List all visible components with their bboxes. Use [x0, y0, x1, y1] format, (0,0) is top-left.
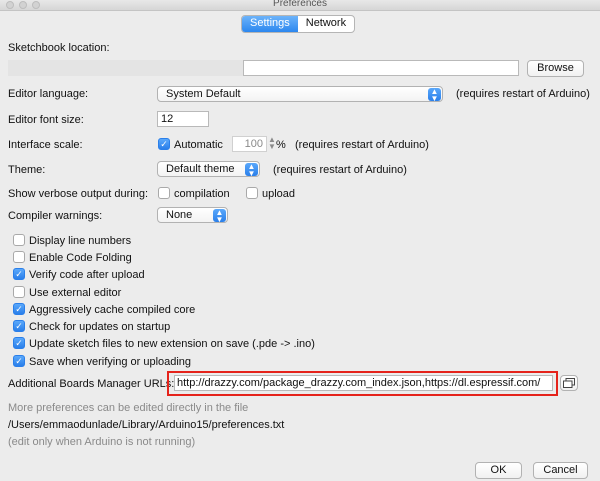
select-arrows-icon: ▲ ▼ [428, 88, 441, 103]
boards-manager-urls-label: Additional Boards Manager URLs: [8, 378, 175, 390]
use-external-editor-label: Use external editor [29, 287, 122, 299]
tab-settings[interactable]: Settings [242, 16, 298, 32]
check-updates-checkbox[interactable]: ✓ [13, 320, 25, 332]
theme-note: (requires restart of Arduino) [273, 164, 407, 176]
check-updates-label: Check for updates on startup [29, 321, 171, 333]
sketchbook-location-label: Sketchbook location: [8, 42, 110, 54]
enable-code-folding-label: Enable Code Folding [29, 252, 132, 264]
window-list-icon [563, 378, 575, 388]
interface-scale-unit: % [276, 139, 286, 151]
use-external-editor-checkbox[interactable] [13, 286, 25, 298]
theme-select[interactable]: Default theme ▲ ▼ [157, 161, 260, 178]
sketchbook-path-readonly [8, 60, 243, 76]
compiler-warnings-select[interactable]: None ▲ ▼ [157, 207, 228, 224]
scale-stepper-icon[interactable]: ▲ ▼ [268, 136, 276, 151]
editor-language-select[interactable]: System Default ▲ ▼ [157, 86, 443, 103]
editor-language-note: (requires restart of Arduino) [456, 88, 590, 100]
more-preferences-note: More preferences can be edited directly … [8, 402, 249, 414]
tab-network[interactable]: Network [298, 16, 354, 32]
interface-scale-label: Interface scale: [8, 139, 83, 151]
window-title: Preferences [273, 0, 327, 9]
automatic-scale-label: Automatic [174, 139, 223, 151]
theme-label: Theme: [8, 164, 46, 176]
verbose-upload-label: upload [262, 188, 296, 200]
theme-value: Default theme [166, 163, 235, 175]
select-arrows-icon: ▲ ▼ [245, 163, 258, 178]
sketchbook-location-input[interactable] [243, 60, 519, 76]
cache-compiled-core-checkbox[interactable]: ✓ [13, 303, 25, 315]
cache-compiled-core-label: Aggressively cache compiled core [29, 304, 196, 316]
red-highlight-box [167, 371, 558, 396]
tab-bar: Settings Network [241, 15, 356, 33]
display-line-numbers-checkbox[interactable] [13, 234, 25, 246]
editor-font-size-label: Editor font size: [8, 114, 84, 126]
update-sketch-extension-label: Update sketch files to new extension on … [29, 338, 315, 350]
verbose-compilation-label: compilation [174, 188, 230, 200]
browse-button[interactable]: Browse [527, 60, 584, 77]
enable-code-folding-checkbox[interactable] [13, 251, 25, 263]
compiler-warnings-label: Compiler warnings: [8, 210, 103, 222]
interface-scale-input[interactable]: 100 [232, 136, 267, 152]
compiler-warnings-value: None [166, 209, 193, 221]
display-line-numbers-label: Display line numbers [29, 235, 132, 247]
update-sketch-extension-checkbox[interactable]: ✓ [13, 337, 25, 349]
verbose-upload-checkbox[interactable] [246, 187, 258, 199]
preferences-file-path: /Users/emmaodunlade/Library/Arduino15/pr… [8, 419, 285, 431]
ok-button[interactable]: OK [475, 462, 522, 479]
edit-urls-button[interactable] [560, 375, 578, 391]
verbose-compilation-checkbox[interactable] [158, 187, 170, 199]
verify-after-upload-checkbox[interactable]: ✓ [13, 268, 25, 280]
save-when-verifying-checkbox[interactable]: ✓ [13, 355, 25, 367]
automatic-scale-checkbox[interactable]: ✓ [158, 138, 170, 150]
select-arrows-icon: ▲ ▼ [213, 209, 226, 224]
verbose-output-label: Show verbose output during: [8, 188, 149, 200]
editor-language-label: Editor language: [8, 88, 89, 100]
edit-only-note: (edit only when Arduino is not running) [8, 436, 196, 448]
editor-language-value: System Default [166, 88, 241, 100]
editor-font-size-input[interactable]: 12 [157, 111, 209, 127]
save-when-verifying-label: Save when verifying or uploading [29, 356, 192, 368]
interface-scale-note: (requires restart of Arduino) [295, 139, 429, 151]
cancel-button[interactable]: Cancel [533, 462, 588, 479]
verify-after-upload-label: Verify code after upload [29, 269, 145, 281]
